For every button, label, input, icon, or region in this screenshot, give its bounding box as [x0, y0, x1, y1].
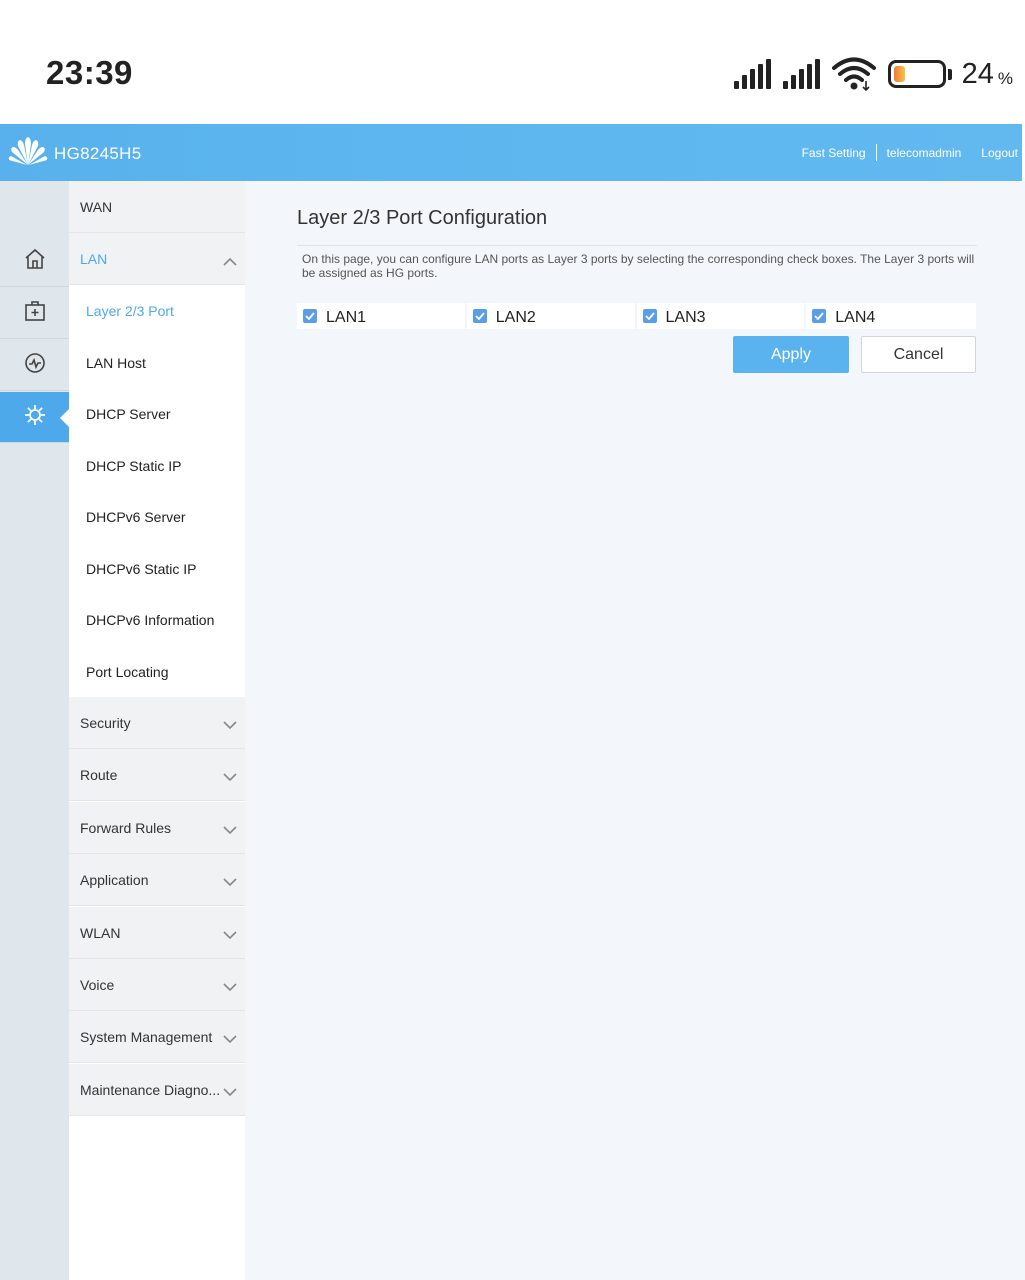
apply-button[interactable]: Apply [733, 336, 849, 373]
port-option[interactable]: LAN1 [297, 303, 467, 329]
icon-rail [0, 181, 70, 1280]
submenu-item[interactable]: DHCP Server [69, 388, 245, 439]
home-icon [23, 247, 47, 276]
battery-icon: 24 % [887, 57, 1013, 91]
port-checkbox[interactable] [812, 309, 827, 323]
port-label: LAN2 [495, 309, 536, 326]
port-checkbox-row: LAN1 LAN2 LAN3 LAN4 [297, 303, 976, 329]
menu-group[interactable]: Maintenance Diagno... [69, 1064, 245, 1116]
port-label: LAN1 [326, 309, 367, 326]
menu-group-label: System Management [80, 1028, 213, 1045]
chevron-down-icon [223, 1084, 237, 1100]
chevron-down-icon [223, 1031, 237, 1047]
menu-group[interactable]: Route [69, 749, 245, 801]
menu-group-label: Security [80, 714, 131, 731]
page-title: Layer 2/3 Port Configuration [297, 207, 548, 229]
phone-status-bar: 23:39 24 % [0, 0, 1025, 124]
chevron-down-icon [223, 822, 237, 838]
cancel-button[interactable]: Cancel [861, 336, 976, 373]
submenu-item[interactable]: DHCPv6 Static IP [69, 543, 245, 594]
menu-lan[interactable]: LAN [69, 233, 245, 285]
header-divider [875, 144, 877, 161]
user-name-link[interactable]: telecomadmin [887, 146, 962, 160]
wifi-icon [831, 57, 876, 91]
submenu-item[interactable]: DHCP Static IP [69, 440, 245, 491]
port-option[interactable]: LAN4 [806, 303, 976, 329]
port-option[interactable]: LAN2 [467, 303, 637, 329]
menu-group[interactable]: Voice [69, 959, 245, 1011]
brand: HG8245H5 [8, 136, 141, 171]
chevron-down-icon [223, 874, 237, 890]
rail-home[interactable] [0, 236, 69, 287]
submenu-item[interactable]: DHCPv6 Information [69, 594, 245, 645]
fast-setting-link[interactable]: Fast Setting [802, 146, 866, 160]
page-description: On this page, you can configure LAN port… [302, 252, 975, 280]
header-links: Fast Setting telecomadmin Logout [802, 144, 1018, 161]
menu-group-label: Maintenance Diagno... [80, 1081, 221, 1098]
menu-group[interactable]: System Management [69, 1011, 245, 1063]
status-time: 23:39 [46, 54, 133, 91]
chevron-down-icon [223, 979, 237, 995]
port-label: LAN3 [665, 309, 706, 326]
content-area: Layer 2/3 Port Configuration On this pag… [245, 181, 1025, 1280]
menu-group[interactable]: Forward Rules [69, 802, 245, 854]
chevron-down-icon [223, 927, 237, 943]
menu-group-label: Forward Rules [80, 819, 172, 836]
rail-diagnose[interactable] [0, 340, 69, 391]
menu-wan[interactable]: WAN [69, 181, 245, 233]
submenu-item[interactable]: LAN Host [69, 337, 245, 388]
diagnose-icon [23, 351, 47, 380]
submenu-item[interactable]: Layer 2/3 Port [69, 285, 245, 336]
chevron-down-icon [223, 769, 237, 785]
rail-toolbox[interactable] [0, 288, 69, 339]
rail-settings[interactable] [0, 392, 70, 443]
menu-group-label: Application [80, 871, 149, 888]
cellular-signal-icon [782, 59, 820, 89]
settings-gear-icon [23, 403, 47, 432]
chevron-up-icon [223, 253, 237, 269]
toolbox-icon [23, 299, 47, 328]
menu-lan-label: LAN [80, 250, 108, 267]
chevron-down-icon [223, 717, 237, 733]
battery-unit: % [997, 69, 1013, 88]
submenu-item[interactable]: Port Locating [69, 646, 245, 697]
title-divider [297, 245, 977, 246]
menu-group-label: Voice [80, 976, 115, 993]
menu-group-label: Route [80, 766, 118, 783]
battery-level: 24 [961, 57, 994, 90]
app-header: HG8245H5 Fast Setting telecomadmin Logou… [0, 124, 1022, 181]
secondary-menu: WAN LAN Layer 2/3 Port LAN Host DHCP Serve… [69, 181, 245, 1280]
port-option[interactable]: LAN3 [637, 303, 807, 329]
menu-group-label: WLAN [80, 924, 121, 941]
logout-link[interactable]: Logout [981, 146, 1018, 160]
device-name: HG8245H5 [54, 143, 142, 163]
port-checkbox[interactable] [472, 309, 487, 323]
port-label: LAN4 [835, 309, 876, 326]
port-checkbox[interactable] [642, 309, 657, 323]
status-icons: 24 % [733, 54, 1013, 94]
menu-group[interactable]: WLAN [69, 907, 245, 959]
menu-group[interactable]: Security [69, 697, 245, 749]
port-checkbox[interactable] [303, 309, 317, 323]
menu-group[interactable]: Application [69, 854, 245, 906]
submenu-item[interactable]: DHCPv6 Server [69, 491, 245, 542]
cellular-signal-icon [733, 59, 771, 89]
huawei-logo-icon [8, 136, 48, 171]
